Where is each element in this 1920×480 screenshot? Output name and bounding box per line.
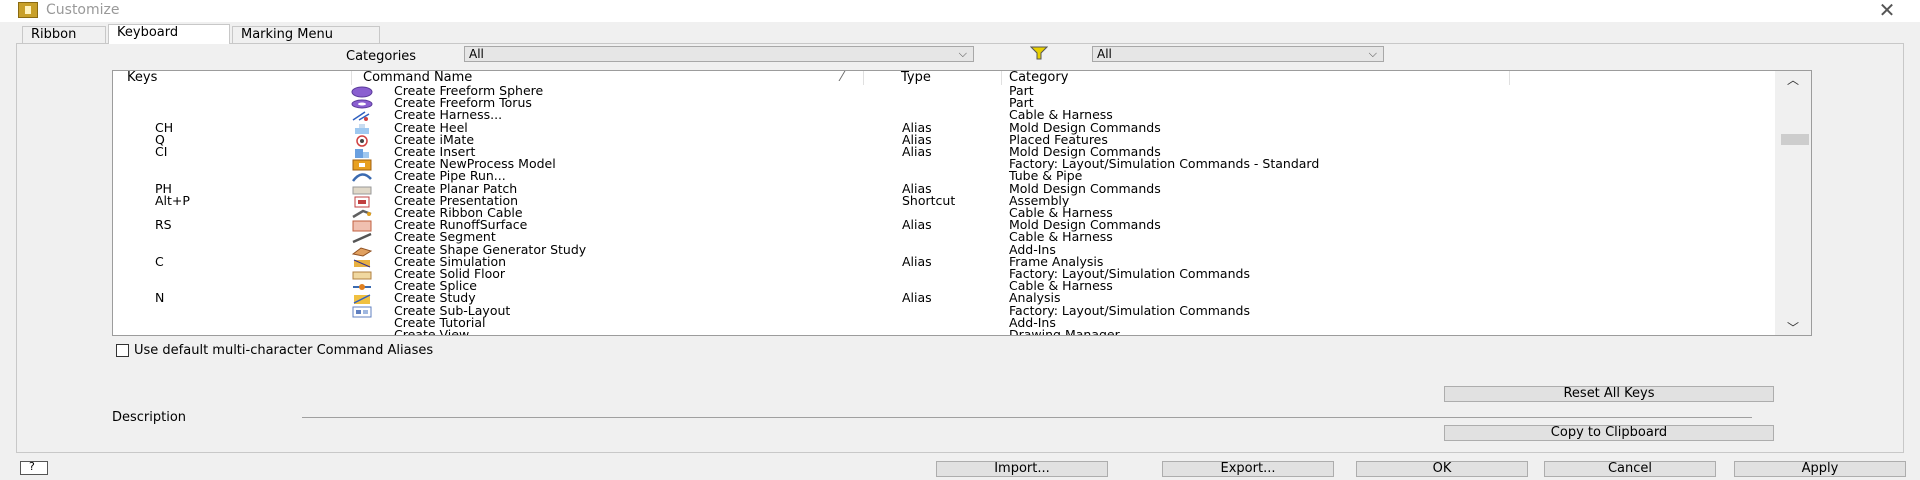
table-row[interactable]: Alt+P Create Presentation Shortcut Assembly xyxy=(113,192,1773,208)
col-keys[interactable]: Keys xyxy=(127,71,352,85)
default-aliases-checkbox[interactable] xyxy=(116,344,129,357)
window-title: Customize xyxy=(46,2,120,18)
help-icon[interactable] xyxy=(20,460,48,475)
tab-marking-menu[interactable]: Marking Menu xyxy=(232,26,380,43)
scroll-up-icon[interactable]: ︿ xyxy=(1775,71,1811,87)
table-row[interactable]: Create NewProcess Model Factory: Layout/S… xyxy=(113,157,1773,171)
table-row[interactable]: RS Create RunoffSurface Alias Mold Design C… xyxy=(113,217,1773,233)
table-row[interactable]: Create Tutorial Add-Ins xyxy=(113,316,1773,329)
table-row[interactable]: Create Segment Cable & Harness xyxy=(113,231,1773,244)
presentation-icon xyxy=(351,196,375,208)
row-type: Alias xyxy=(902,290,932,306)
table-row[interactable]: Create Ribbon Cable Cable & Harness xyxy=(113,206,1773,219)
row-category: Drawing Manager xyxy=(1009,327,1120,336)
scroll-down-icon[interactable]: ﹀ xyxy=(1775,319,1811,335)
sort-icon: ⁄ xyxy=(840,70,843,85)
solid-floor-icon xyxy=(351,269,375,280)
row-keys: N xyxy=(155,290,165,306)
col-category[interactable]: Category xyxy=(1009,71,1510,85)
row-command-name: Create View xyxy=(394,327,470,336)
type-filter-dropdown[interactable]: All ⌵ xyxy=(1092,46,1384,62)
ok-button[interactable]: OK xyxy=(1356,461,1528,477)
description-label: Description xyxy=(112,410,187,425)
scroll-thumb[interactable] xyxy=(1781,134,1809,145)
filter-icon[interactable] xyxy=(1029,46,1049,60)
torus-icon xyxy=(351,98,375,109)
tab-keyboard[interactable]: Keyboard xyxy=(108,24,230,44)
pipe-run-icon xyxy=(351,171,375,183)
row-keys: CI xyxy=(155,144,168,159)
categories-value: All xyxy=(469,47,484,61)
table-row[interactable]: Create View Drawing Manager xyxy=(113,327,1773,336)
sub-layout-icon xyxy=(351,306,375,318)
splice-icon xyxy=(351,281,375,292)
sphere-icon xyxy=(351,86,375,98)
categories-dropdown[interactable]: All ⌵ xyxy=(464,46,974,62)
default-aliases-label: Use default multi-character Command Alia… xyxy=(134,343,434,358)
description-divider xyxy=(302,417,1752,418)
table-row[interactable]: CH Create Heel Alias Mold Design Commands xyxy=(113,121,1773,134)
type-filter-value: All xyxy=(1097,47,1112,61)
col-type[interactable]: Type xyxy=(901,71,1002,85)
chevron-down-icon: ⌵ xyxy=(958,47,967,60)
import-button[interactable]: Import... xyxy=(936,461,1108,477)
process-model-icon xyxy=(351,159,375,171)
table-row[interactable]: Create Splice Cable & Harness xyxy=(113,279,1773,292)
row-type: Alias xyxy=(902,217,932,233)
reset-all-keys-button[interactable]: Reset All Keys xyxy=(1444,386,1774,402)
apply-button[interactable]: Apply xyxy=(1734,461,1906,477)
table-row[interactable]: Create Solid Floor Factory: Layout/Simula… xyxy=(113,267,1773,280)
tab-ribbon[interactable]: Ribbon xyxy=(22,26,106,43)
table-row[interactable]: Create Pipe Run... Tube & Pipe xyxy=(113,170,1773,183)
segment-icon xyxy=(351,232,375,244)
row-type: Alias xyxy=(902,253,932,269)
row-type: Shortcut xyxy=(902,192,956,208)
row-type: Alias xyxy=(902,144,932,159)
study-icon xyxy=(351,293,375,305)
close-icon[interactable]: ✕ xyxy=(1872,0,1902,22)
table-row[interactable]: Create Shape Generator Study Add-Ins xyxy=(113,243,1773,257)
imate-icon xyxy=(351,135,375,147)
export-button[interactable]: Export... xyxy=(1162,461,1334,477)
insert-icon xyxy=(351,147,375,158)
row-keys: C xyxy=(155,253,164,269)
row-keys: RS xyxy=(155,217,172,233)
categories-label: Categories xyxy=(346,49,417,64)
commands-table: Keys Command Name ⁄ Type Category Create… xyxy=(112,70,1812,336)
table-row[interactable]: Create Sub-Layout Factory: Layout/Simulat… xyxy=(113,304,1773,318)
table-row[interactable]: Create Freeform Sphere Part xyxy=(113,84,1773,98)
runoff-surface-icon xyxy=(351,220,375,232)
chevron-down-icon: ⌵ xyxy=(1368,47,1377,60)
copy-to-clipboard-button[interactable]: Copy to Clipboard xyxy=(1444,425,1774,441)
simulation-icon xyxy=(351,257,375,268)
table-row[interactable]: C Create Simulation Alias Frame Analysis xyxy=(113,253,1773,269)
vertical-scrollbar[interactable]: ︿ ﹀ xyxy=(1775,71,1811,335)
table-row[interactable]: CI Create Insert Alias Mold Design Commands xyxy=(113,144,1773,159)
table-row[interactable]: Create Freeform Torus Part xyxy=(113,96,1773,109)
ribbon-cable-icon xyxy=(351,208,375,219)
table-header: Keys Command Name ⁄ Type Category xyxy=(113,71,1773,85)
cancel-button[interactable]: Cancel xyxy=(1544,461,1716,477)
planar-patch-icon xyxy=(351,184,375,195)
harness-icon xyxy=(351,110,375,122)
app-icon xyxy=(18,2,38,18)
table-row[interactable]: N Create Study Alias Analysis xyxy=(113,290,1773,306)
heel-icon xyxy=(351,123,375,134)
row-keys: Alt+P xyxy=(155,192,190,208)
title-bar xyxy=(0,0,1920,22)
shape-generator-icon xyxy=(351,245,375,257)
table-row[interactable]: Q Create iMate Alias Placed Features xyxy=(113,133,1773,147)
table-row[interactable]: Create Harness... Cable & Harness xyxy=(113,109,1773,122)
